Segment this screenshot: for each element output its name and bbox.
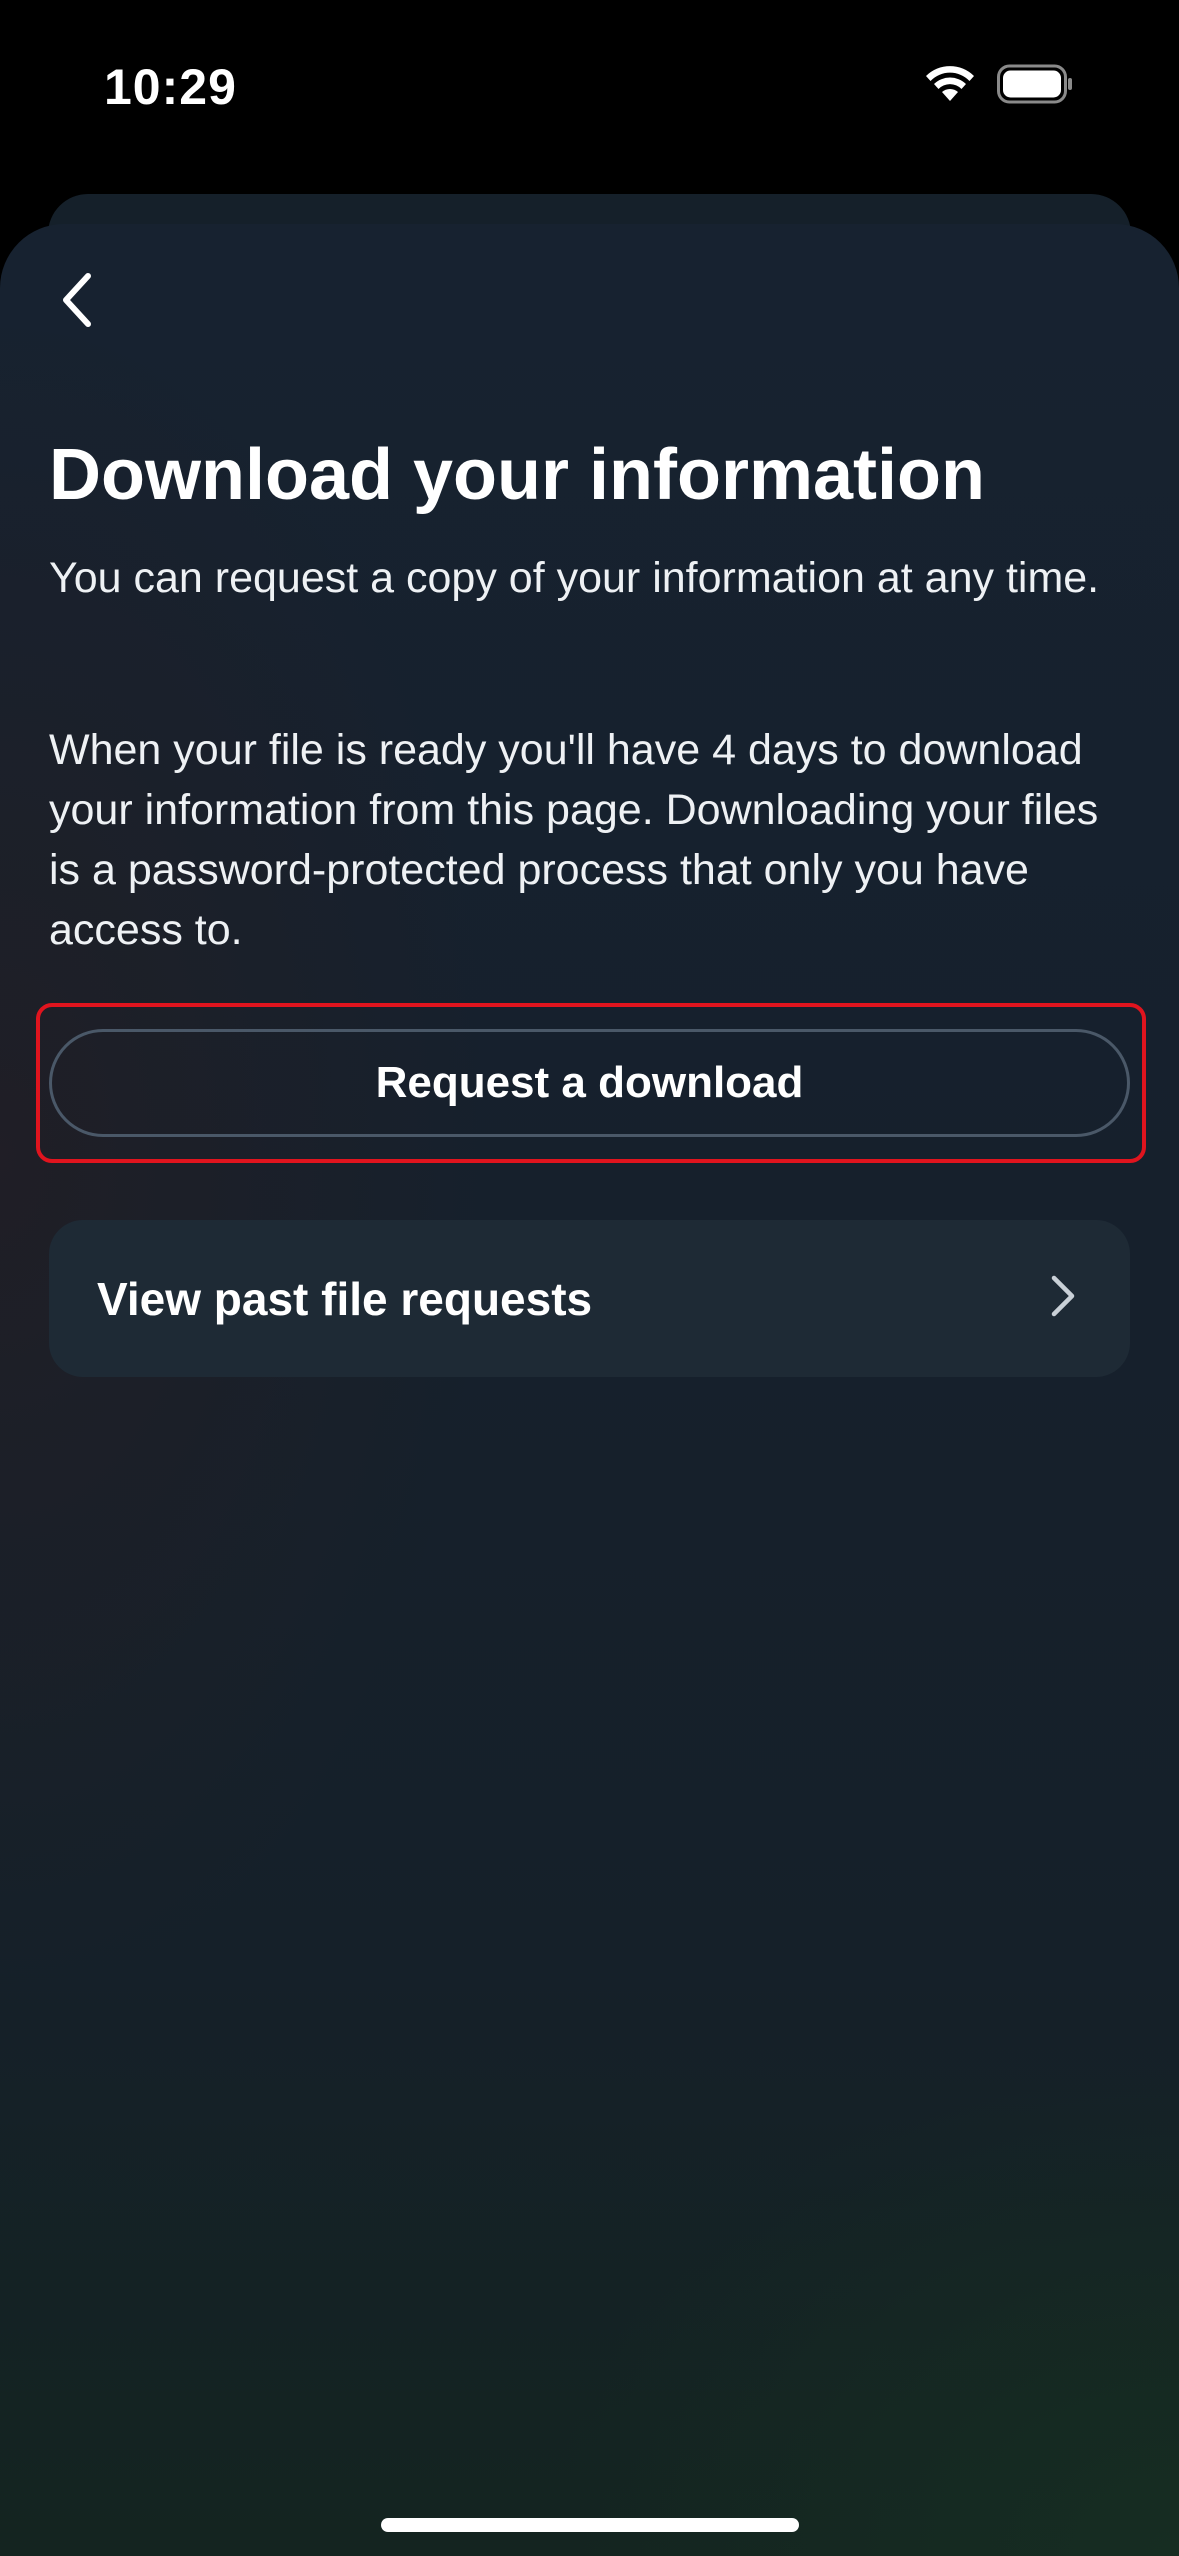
battery-icon xyxy=(997,64,1073,109)
request-download-button[interactable]: Request a download xyxy=(49,1029,1130,1137)
intro-paragraph: You can request a copy of your informati… xyxy=(49,554,1100,602)
status-bar: 10:29 xyxy=(0,0,1179,180)
request-download-label: Request a download xyxy=(375,1058,804,1107)
view-past-requests-row[interactable]: View past file requests xyxy=(49,1220,1130,1377)
back-button[interactable] xyxy=(44,270,108,334)
status-time: 10:29 xyxy=(104,59,237,115)
view-past-requests-label: View past file requests xyxy=(97,1272,593,1325)
chevron-left-icon xyxy=(56,270,96,335)
wifi-icon xyxy=(925,65,975,108)
page-title: Download your information xyxy=(49,435,985,515)
details-paragraph: When your file is ready you'll have 4 da… xyxy=(49,726,1099,954)
status-icons xyxy=(925,64,1073,108)
chevron-right-icon xyxy=(1048,1274,1078,1323)
home-indicator[interactable] xyxy=(381,2518,799,2532)
